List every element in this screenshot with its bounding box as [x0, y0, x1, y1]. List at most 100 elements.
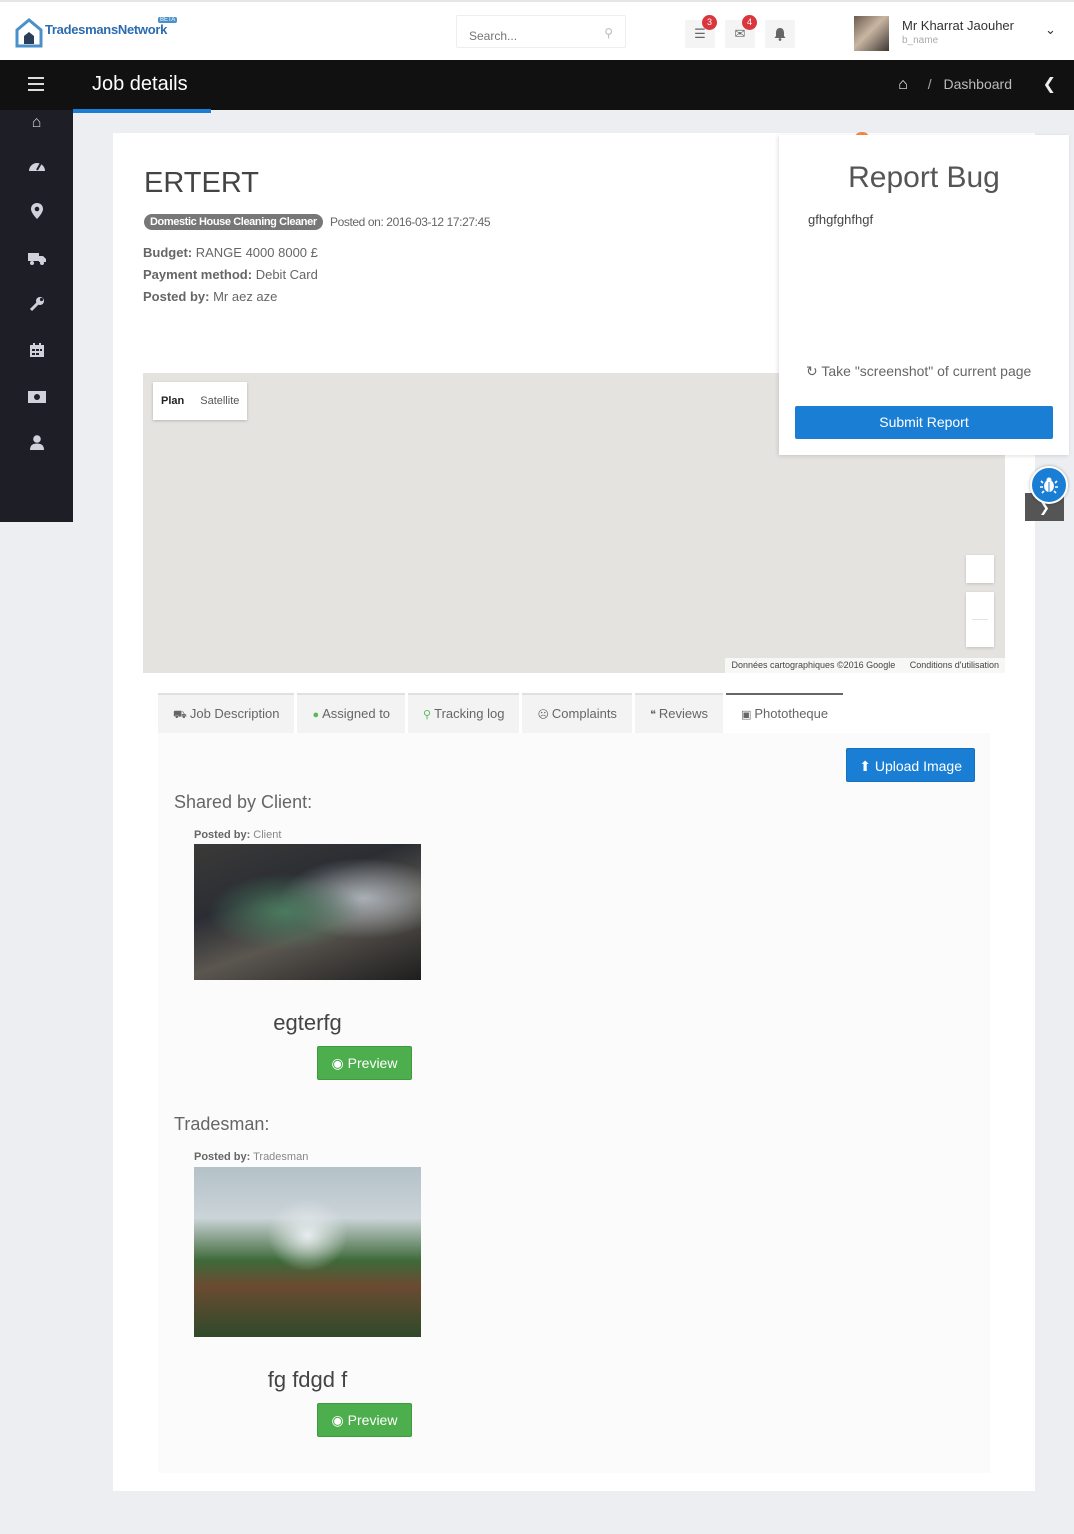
refresh-icon: ↻: [806, 363, 818, 379]
dashboard-gauge: [28, 162, 45, 171]
home-icon[interactable]: ⌂: [0, 112, 73, 134]
title-underline: [73, 109, 211, 113]
tradesman-posted-value: Tradesman: [253, 1151, 309, 1163]
comments-icon: ❝: [649, 709, 656, 721]
tab-label: Phototheque: [754, 706, 829, 721]
tab-complaints[interactable]: ☹ Complaints: [522, 693, 632, 733]
search-input[interactable]: [457, 20, 587, 51]
tab-phototheque[interactable]: ▣ Phototheque: [725, 693, 844, 733]
client-posted-value: Client: [253, 829, 282, 841]
posted-by-value: Mr aez aze: [213, 289, 278, 304]
report-bug-panel: Report Bug gfhgfghfhgf ↻ Take "screensho…: [779, 135, 1069, 455]
eye-icon: ◉: [331, 1412, 344, 1428]
eye-icon: ◉: [331, 1055, 344, 1071]
client-photo-caption: egterfg: [273, 1010, 342, 1035]
user-name[interactable]: Mr Kharrat Jaouher: [902, 18, 1014, 33]
truck-icon: ⛟: [173, 709, 187, 721]
breadcrumb: ⌂ / Dashboard: [898, 76, 1012, 94]
tasks-button[interactable]: ☰ 3: [685, 15, 717, 48]
sidebar: ⌂: [0, 110, 73, 522]
money-icon[interactable]: [0, 388, 73, 410]
map-type-control: Plan Satellite: [153, 382, 248, 420]
map-zoom-control[interactable]: [966, 592, 994, 647]
upload-icon: ⬆: [859, 758, 871, 774]
tasks-badge: 3: [702, 15, 717, 30]
calendar-icon[interactable]: [0, 342, 73, 364]
budget-value: RANGE 4000 8000 £: [195, 245, 318, 260]
brand-logo[interactable]: TradesmansNetwork BETA: [15, 14, 178, 50]
avatar[interactable]: [854, 16, 889, 51]
wrench-shape: [29, 297, 44, 312]
tab-assigned-to[interactable]: ● Assigned to: [297, 693, 406, 733]
client-posted-by: Posted by: Client: [194, 829, 281, 841]
money-shape: [27, 391, 46, 403]
report-bug-title: Report Bug: [848, 161, 1000, 194]
preview-label: Preview: [347, 1055, 398, 1071]
map-marker-icon[interactable]: [0, 203, 73, 225]
tab-tracking-log[interactable]: ⚲ Tracking log: [408, 693, 520, 733]
upload-image-label: Upload Image: [874, 758, 962, 774]
user-subtitle: b_name: [902, 35, 939, 46]
user-icon: ●: [312, 709, 320, 721]
submit-report-button[interactable]: Submit Report: [795, 406, 1053, 439]
tab-label: Reviews: [658, 706, 708, 721]
bug-icon: [1040, 477, 1058, 494]
tradesman-preview-button[interactable]: ◉ Preview: [317, 1403, 412, 1437]
frown-icon: ☹: [537, 709, 549, 721]
search-box[interactable]: ⚲: [456, 15, 626, 51]
map-attribution: Données cartographiques ©2016 Google Con…: [725, 658, 1005, 673]
client-photo[interactable]: [194, 844, 421, 980]
client-preview-button[interactable]: ◉ Preview: [317, 1046, 412, 1080]
tab-label: Job Description: [189, 706, 280, 721]
tradesman-section-heading: Tradesman:: [174, 1114, 270, 1134]
map-marker-icon: ⚲: [423, 709, 432, 721]
logo-house-icon: [15, 18, 43, 48]
job-tabs: ⛟ Job Description ● Assigned to ⚲ Tracking …: [158, 693, 846, 733]
tradesman-posted-by: Posted by: Tradesman: [194, 1151, 308, 1163]
truck-icon[interactable]: [0, 250, 73, 272]
image-icon: ▣: [740, 709, 752, 721]
payment-label: Payment method:: [143, 267, 253, 282]
tab-job-description[interactable]: ⛟ Job Description: [158, 693, 295, 733]
tab-label: Assigned to: [322, 706, 391, 721]
messages-button[interactable]: ✉ 4: [725, 15, 757, 48]
wrench-icon[interactable]: [0, 296, 73, 318]
posted-by-row: Posted by: Mr aez aze: [143, 289, 277, 304]
report-bug-text[interactable]: gfhgfghfhgf: [808, 212, 873, 227]
tradesman-posted-label: Posted by:: [194, 1151, 251, 1163]
user-shape: [29, 435, 44, 450]
breadcrumb-dashboard[interactable]: Dashboard: [944, 76, 1013, 92]
notifications-button[interactable]: [765, 20, 795, 48]
top-bar: TradesmansNetwork BETA ⚲ ☰ 3 ✉ 4 Mr Khar…: [0, 0, 1074, 60]
client-section-heading: Shared by Client:: [174, 792, 313, 812]
budget-label: Budget:: [143, 245, 193, 260]
map-type-plan[interactable]: Plan: [161, 395, 184, 407]
user-icon[interactable]: [0, 435, 73, 457]
tradesman-photo-caption: fg fdgd f: [267, 1367, 348, 1392]
job-title: ERTERT: [144, 167, 259, 199]
chevron-down-icon[interactable]: ⌄: [1045, 22, 1056, 38]
dashboard-icon[interactable]: [0, 157, 73, 179]
tradesman-photo[interactable]: [194, 1167, 421, 1337]
map-locate-button[interactable]: [966, 555, 994, 583]
breadcrumb-separator: /: [927, 76, 932, 92]
screenshot-label: Take "screenshot" of current page: [821, 363, 1032, 379]
tab-reviews[interactable]: ❝ Reviews: [634, 693, 723, 733]
bell-icon: [774, 28, 786, 41]
map-type-satellite[interactable]: Satellite: [200, 395, 239, 407]
map-attribution-text: Données cartographiques ©2016 Google: [731, 660, 896, 670]
upload-image-button[interactable]: ⬆ Upload Image: [846, 748, 975, 782]
beta-badge: BETA: [158, 17, 178, 23]
screenshot-option[interactable]: ↻ Take "screenshot" of current page: [806, 363, 1031, 380]
bug-report-button[interactable]: [1030, 466, 1068, 504]
home-icon[interactable]: ⌂: [898, 76, 908, 93]
posted-on: Posted on: 2016-03-12 17:27:45: [330, 215, 491, 229]
search-icon[interactable]: ⚲: [604, 26, 613, 40]
brand-name: TradesmansNetwork: [45, 22, 168, 37]
map-terms-link[interactable]: Conditions d'utilisation: [910, 660, 999, 670]
phototheque-panel: ⬆ Upload Image Shared by Client: Posted …: [158, 733, 990, 1473]
budget-row: Budget: RANGE 4000 8000 £: [143, 245, 318, 260]
chevron-left-icon[interactable]: ❮: [1043, 74, 1056, 94]
preview-label: Preview: [347, 1412, 398, 1428]
menu-toggle-icon[interactable]: [28, 77, 44, 95]
